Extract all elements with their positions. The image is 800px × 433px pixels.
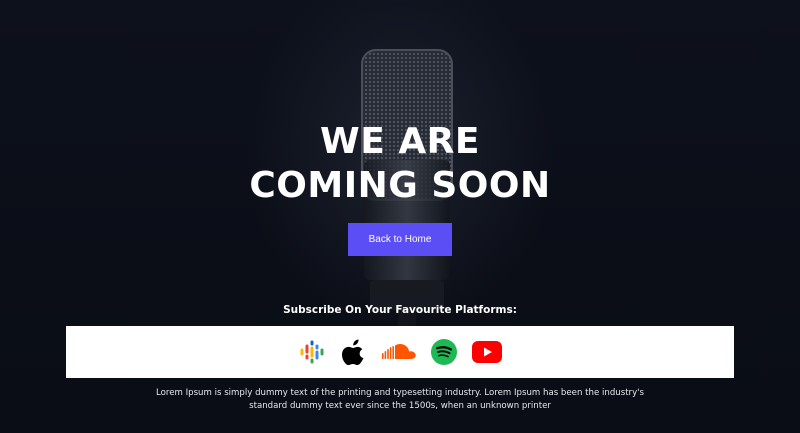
coming-soon-page: WE ARE COMING SOON Back to Home Subscrib… (0, 0, 800, 433)
back-to-home-button[interactable]: Back to Home (348, 223, 452, 256)
google-podcasts-icon[interactable] (298, 338, 326, 366)
soundcloud-icon[interactable] (382, 338, 416, 366)
footer-description: Lorem Ipsum is simply dummy text of the … (155, 388, 645, 411)
spotify-icon[interactable] (430, 338, 458, 366)
apple-icon[interactable] (340, 338, 368, 366)
youtube-icon[interactable] (472, 338, 502, 366)
subscribe-heading: Subscribe On Your Favourite Platforms: (283, 304, 517, 316)
title-line-2: COMING SOON (249, 165, 551, 206)
page-title: WE ARE COMING SOON (0, 120, 800, 208)
platform-links-bar (66, 326, 734, 378)
title-line-1: WE ARE (319, 121, 480, 162)
